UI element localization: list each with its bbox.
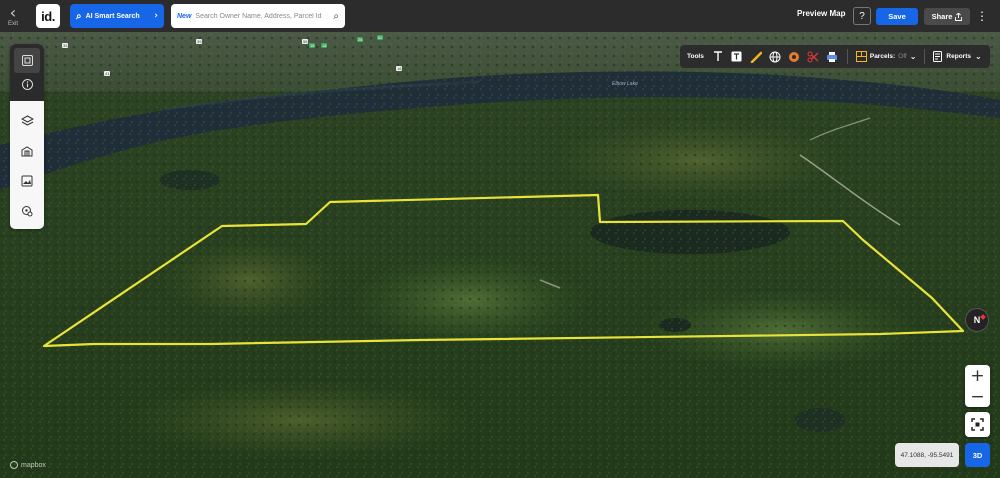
image-overlay-button[interactable] — [10, 166, 44, 196]
reports-label: Reports — [946, 53, 971, 60]
save-button[interactable]: Save — [876, 8, 918, 25]
more-menu-icon[interactable]: ⋮ — [976, 7, 988, 25]
share-button[interactable]: Share — [924, 8, 970, 25]
toolbar-divider — [846, 49, 848, 64]
buildings-icon — [21, 146, 33, 157]
globe-tool-icon[interactable] — [768, 50, 782, 64]
compass-button[interactable]: N — [965, 308, 989, 332]
measure-tool-icon[interactable] — [749, 50, 763, 64]
layers-button[interactable] — [10, 106, 44, 136]
parcels-label: Parcels: — [869, 53, 896, 60]
reports-menu[interactable]: Reports ⌄ — [933, 51, 982, 62]
new-badge: New — [177, 12, 192, 20]
attribution-label: mapbox — [21, 461, 46, 469]
help-button[interactable]: ? — [853, 7, 871, 25]
tools-toolbar: Tools Parcels: Off ⌄ Reports ⌄ — [680, 45, 990, 68]
road-shield: 39 — [196, 39, 203, 44]
road-shield: 18 — [396, 66, 403, 71]
search-icon[interactable]: ⌕ — [333, 11, 339, 22]
mapbox-attribution[interactable]: mapbox — [10, 461, 46, 469]
map-panel-button[interactable] — [14, 48, 40, 73]
fit-to-parcel-button[interactable] — [965, 412, 990, 437]
road-shield: 41 — [104, 71, 111, 76]
map-panel-icon — [21, 54, 33, 66]
zoom-control: + − — [965, 365, 990, 407]
zoom-out-icon[interactable]: − — [970, 388, 984, 405]
scissors-tool-icon[interactable] — [806, 50, 820, 64]
marker-tool-icon[interactable] — [787, 50, 801, 64]
chevron-right-icon: › — [154, 11, 158, 21]
left-sidebar — [10, 44, 44, 229]
text-box-tool-icon[interactable] — [730, 50, 744, 64]
search-bar[interactable]: New ⌕ — [171, 4, 345, 28]
location-settings-button[interactable] — [10, 196, 44, 226]
road-shield: 16 — [309, 43, 316, 48]
compass-needle-icon — [980, 314, 986, 320]
tools-label: Tools — [687, 53, 704, 60]
print-tool-icon[interactable] — [825, 50, 839, 64]
chevron-down-icon: ⌄ — [909, 52, 917, 61]
info-icon — [21, 79, 33, 91]
exit-button[interactable]: ‹ Exit — [0, 0, 26, 32]
top-bar: ‹ Exit id. ⌕ AI Smart Search › New ⌕ Pre… — [0, 0, 1000, 32]
parcels-value: Off — [898, 53, 907, 60]
app-root: 35 39 55 16 18 26 52 41 18 Elbow Lake ‹ … — [0, 0, 1000, 478]
text-tool-icon[interactable] — [711, 50, 725, 64]
mapbox-logo-icon — [10, 461, 18, 469]
road-shield: 26 — [357, 37, 364, 42]
coordinates-readout: 47.1088, -95.5491 — [895, 443, 959, 467]
road-shield: 35 — [62, 43, 69, 48]
exit-label: Exit — [7, 20, 18, 27]
search-input[interactable] — [195, 12, 330, 20]
chevron-down-icon: ⌄ — [974, 52, 982, 61]
reports-icon — [933, 51, 943, 62]
share-icon — [955, 12, 963, 21]
satellite-map[interactable] — [0, 0, 1000, 478]
toolbar-divider — [924, 49, 926, 64]
chevron-left-icon: ‹ — [9, 2, 17, 22]
share-label: Share — [931, 12, 953, 21]
search-icon: ⌕ — [76, 10, 82, 22]
ai-smart-search-button[interactable]: ⌕ AI Smart Search › — [70, 4, 164, 28]
buildings-button[interactable] — [10, 136, 44, 166]
preview-map-button[interactable]: Preview Map — [797, 9, 845, 18]
3d-toggle-button[interactable]: 3D — [965, 443, 990, 467]
parcels-icon — [855, 51, 867, 62]
zoom-in-icon[interactable]: + — [970, 367, 984, 384]
image-overlay-icon — [21, 175, 33, 187]
parcels-toggle[interactable]: Parcels: Off ⌄ — [855, 51, 917, 62]
focus-frame-icon — [971, 418, 984, 431]
road-shield: 55 — [302, 39, 309, 44]
lake-label: Elbow Lake — [612, 81, 638, 87]
road-shield: 52 — [377, 35, 384, 40]
info-button[interactable] — [10, 73, 44, 98]
app-logo[interactable]: id. — [36, 4, 60, 28]
road-shield: 18 — [321, 43, 328, 48]
layers-icon — [20, 115, 34, 126]
location-settings-icon — [22, 206, 33, 217]
ai-search-label: AI Smart Search — [85, 12, 140, 20]
